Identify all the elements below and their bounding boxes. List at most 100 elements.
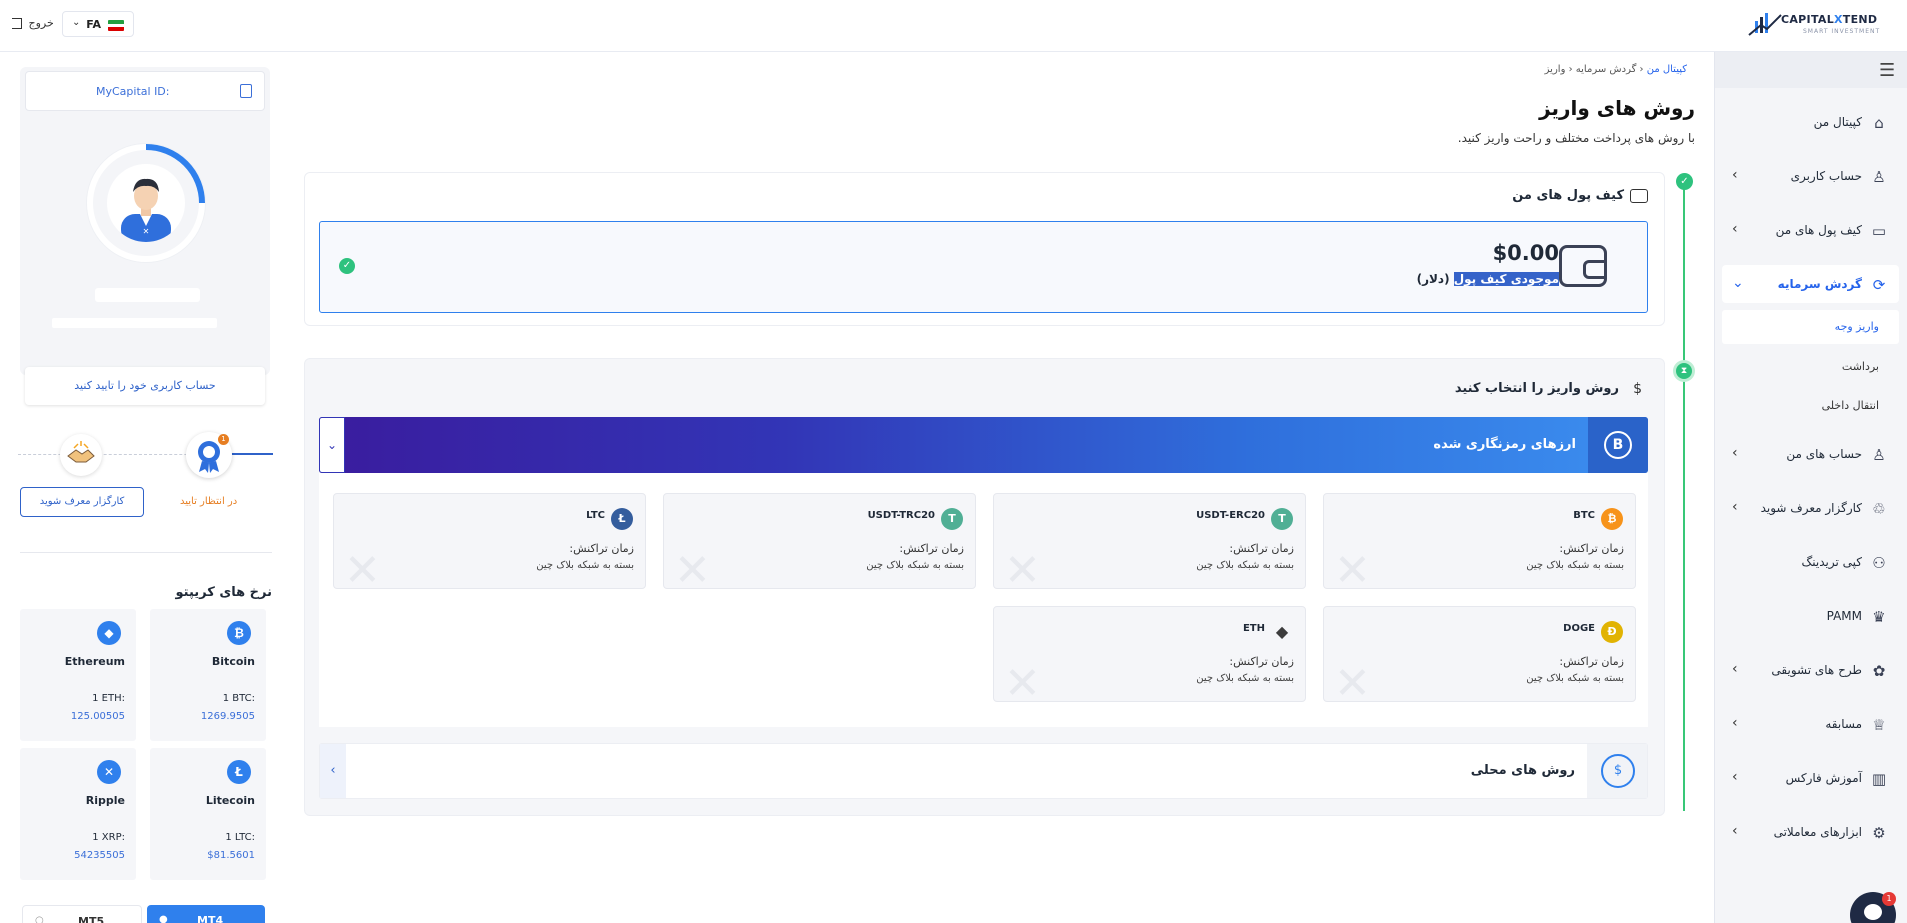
chevron-left-icon: ‹ — [1565, 64, 1573, 75]
tether-icon: T — [1271, 508, 1293, 530]
logout-label: خروج — [28, 16, 54, 30]
id-card-icon — [240, 84, 252, 98]
tx-time-label: زمان تراکنش: — [1229, 542, 1294, 555]
sidebar-item-label: طرح های تشویقی — [1771, 663, 1862, 677]
watermark-icon: ✕ — [1334, 545, 1371, 589]
sidebar-subitem-label: برداشت — [1841, 360, 1879, 373]
sidebar-item-label: ابزارهای معاملاتی — [1773, 825, 1862, 839]
trophy-icon: ♕ — [1872, 716, 1886, 734]
radio-icon: ● — [159, 914, 168, 923]
brand-name: CAPITALXTEND — [1781, 13, 1878, 26]
breadcrumb-money-flow[interactable]: گردش سرمایه — [1576, 64, 1637, 75]
logo-mark-icon — [1748, 13, 1782, 36]
breadcrumb-deposit: واریز — [1544, 64, 1566, 75]
chevron-left-icon: ‹ — [1732, 823, 1738, 839]
litecoin-icon: Ł — [227, 760, 251, 784]
notification-badge: 1 — [218, 434, 229, 445]
coin-option-doge[interactable]: Ð DOGE زمان تراکنش: بسته به شبکه بلاک چی… — [1323, 606, 1636, 702]
radio-icon: ○ — [35, 915, 44, 923]
rate-name: Bitcoin — [211, 655, 255, 668]
local-methods-header[interactable]: $ روش های محلی ‹ — [319, 743, 1648, 799]
chevron-left-icon: ‹ — [1732, 769, 1738, 785]
tx-time-label: زمان تراکنش: — [1559, 655, 1624, 668]
become-ib-button[interactable]: کارگزار معرف شوید — [20, 487, 144, 517]
sidebar-item-user-account[interactable]: ♙ حساب کاربری ‹ — [1714, 157, 1907, 195]
chevron-left-icon: ‹ — [1636, 64, 1644, 75]
brand-tagline: SMART INVESTMENT — [1803, 28, 1881, 35]
verify-account-button[interactable]: حساب کاربری خود را تایید کنید — [25, 367, 265, 405]
sidebar-subitem-deposit[interactable]: واریز وجه — [1722, 310, 1899, 344]
sidebar-item-contest[interactable]: ♕ مسابقه ‹ — [1714, 705, 1907, 743]
crypto-methods-label: ارزهای رمزنگاری شده — [1433, 437, 1576, 452]
chat-badge: 1 — [1882, 892, 1896, 906]
logout-button[interactable]: خروج — [12, 16, 54, 30]
ethereum-icon: ◆ — [97, 621, 121, 645]
top-bar: CAPITALXTEND SMART INVESTMENT FA ⌄ خروج — [0, 0, 1907, 52]
menu-toggle-icon[interactable]: ☰ — [1879, 62, 1897, 80]
sidebar-item-trading-tools[interactable]: ⚙ ابزارهای معاملاتی ‹ — [1714, 813, 1907, 851]
crypto-rates-title: نرخ های کریپتو — [175, 585, 273, 600]
page-title: روش های واریز — [1539, 96, 1695, 120]
sidebar-item-my-accounts[interactable]: ♙ حساب های من ‹ — [1714, 435, 1907, 473]
sidebar-subitem-internal-transfer[interactable]: انتقال داخلی — [1714, 389, 1907, 423]
crypto-methods-header[interactable]: B ارزهای رمزنگاری شده ⌄ — [319, 417, 1648, 473]
coin-name: ETH — [1242, 623, 1265, 634]
sidebar-item-label: کارگزار معرف شوید — [1760, 501, 1862, 515]
breadcrumb-my-capital[interactable]: کپیتال من — [1647, 64, 1687, 75]
rate-name: Litecoin — [205, 794, 255, 807]
pamm-icon: ♛ — [1872, 608, 1886, 626]
sidebar-item-label: حساب های من — [1786, 447, 1862, 461]
ethereum-icon: ◆ — [1275, 622, 1289, 641]
chevron-left-icon: ‹ — [1732, 445, 1738, 461]
coin-option-eth[interactable]: ◆ ETH زمان تراکنش: بسته به شبکه بلاک چین… — [993, 606, 1306, 702]
chevron-down-icon[interactable]: ⌄ — [319, 417, 345, 473]
coin-name: USDT-ERC20 — [1196, 510, 1265, 521]
mycapital-id-box[interactable]: MyCapital ID: — [25, 71, 265, 111]
tx-time-value: بسته به شبکه بلاک چین — [1196, 673, 1294, 684]
rate-value: 1269.9505 — [200, 711, 255, 722]
sidebar-item-promotions[interactable]: ✿ طرح های تشویقی ‹ — [1714, 651, 1907, 689]
brand-logo[interactable]: CAPITALXTEND SMART INVESTMENT — [1747, 9, 1887, 39]
sidebar-item-my-capital[interactable]: ⌂ کپیتال من — [1714, 103, 1907, 141]
logout-icon — [12, 17, 22, 29]
coin-option-btc[interactable]: ₿ BTC زمان تراکنش: بسته به شبکه بلاک چین… — [1323, 493, 1636, 589]
wallet-card: کیف پول های من $0.00 موجودی کیف پول (دلا… — [304, 172, 1665, 326]
coin-option-usdt-trc20[interactable]: T USDT-TRC20 زمان تراکنش: بسته به شبکه ب… — [663, 493, 976, 589]
coin-name: DOGE — [1563, 623, 1595, 634]
sidebar-item-forex-education[interactable]: ▥ آموزش فارکس ‹ — [1714, 759, 1907, 797]
sidebar-item-pamm[interactable]: ♛ PAMM — [1714, 597, 1907, 635]
chevron-left-icon: ‹ — [1732, 499, 1738, 515]
sidebar-subitem-withdraw[interactable]: برداشت — [1714, 350, 1907, 384]
breadcrumb: کپیتال من ‹ گردش سرمایه ‹ واریز — [1545, 64, 1687, 75]
chevron-down-icon: ⌄ — [1732, 275, 1744, 291]
ripple-icon: ✕ — [97, 760, 121, 784]
sidebar-item-introducing-broker[interactable]: ♲ کارگزار معرف شوید ‹ — [1714, 489, 1907, 527]
sidebar-item-label: حساب کاربری — [1790, 169, 1862, 183]
tx-time-label: زمان تراکنش: — [899, 542, 964, 555]
tab-mt5[interactable]: ○ MT5 — [22, 905, 142, 923]
money-flow-icon: ⟳ — [1872, 276, 1886, 294]
step-current-icon: ⧗ — [1673, 360, 1695, 382]
coin-option-usdt-erc20[interactable]: T USDT-ERC20 زمان تراکنش: بسته به شبکه ب… — [993, 493, 1306, 589]
page-subtitle: با روش های پرداخت مختلف و راحت واریز کنی… — [1457, 131, 1695, 145]
sidebar-item-wallets[interactable]: ▭ کیف پول های من ‹ — [1714, 211, 1907, 249]
dogecoin-icon: Ð — [1601, 621, 1623, 643]
bitcoin-icon: ₿ — [227, 621, 251, 645]
sidebar-item-copy-trading[interactable]: ⚇ کپی تریدینگ — [1714, 543, 1907, 581]
chevron-left-icon[interactable]: ‹ — [320, 744, 346, 798]
language-select[interactable]: FA ⌄ — [62, 11, 134, 37]
tether-icon: T — [941, 508, 963, 530]
wallet-option[interactable]: $0.00 موجودی کیف پول (دلار) ✓ — [319, 221, 1648, 313]
btc-icon: ₿ — [1601, 508, 1623, 530]
sidebar-item-money-flow[interactable]: ⟳ گردش سرمایه ⌄ — [1722, 265, 1899, 303]
rate-pair: 1 XRP: — [92, 832, 125, 843]
tab-mt4[interactable]: ● MT4 — [147, 905, 265, 923]
accounts-icon: ♙ — [1872, 446, 1886, 464]
handshake-icon: ♲ — [1872, 500, 1886, 518]
coin-option-ltc[interactable]: Ł LTC زمان تراکنش: بسته به شبکه بلاک چین… — [333, 493, 646, 589]
watermark-icon: ✕ — [674, 545, 711, 589]
watermark-icon: ✕ — [1004, 545, 1041, 589]
user-email-redacted — [52, 318, 217, 328]
wallet-icon: ▭ — [1871, 222, 1887, 240]
sidebar-subitem-label: انتقال داخلی — [1821, 399, 1879, 412]
